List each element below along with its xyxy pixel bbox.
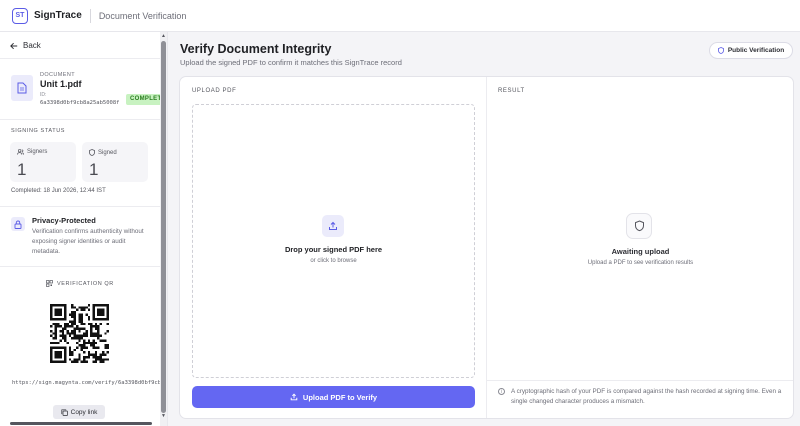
- privacy-description: Verification confirms authenticity witho…: [32, 228, 144, 255]
- scroll-up-arrow-icon[interactable]: ▲: [160, 33, 167, 39]
- copy-icon: [61, 408, 68, 416]
- divider: [0, 58, 160, 59]
- scroll-down-arrow-icon[interactable]: ▼: [160, 413, 167, 419]
- completed-timestamp: Completed: 18 Jun 2026, 12:44 IST: [11, 188, 106, 194]
- privacy-title: Privacy-Protected: [32, 216, 96, 225]
- back-button[interactable]: Back: [10, 41, 41, 50]
- result-subtitle: Upload a PDF to see verification results: [587, 260, 694, 266]
- pdf-dropzone[interactable]: [192, 104, 475, 378]
- dropzone-subtitle: or click to browse: [310, 258, 357, 264]
- public-verification-button[interactable]: Public Verification: [709, 42, 793, 59]
- signers-value: 1: [17, 160, 27, 179]
- sidebar-scrollbar-thumb[interactable]: [161, 41, 166, 413]
- shield-icon: [626, 213, 652, 239]
- topbar-divider: [89, 8, 91, 23]
- breadcrumb: Document Verification: [98, 10, 187, 21]
- signers-stat: Signers 1: [10, 142, 76, 182]
- divider: [0, 119, 160, 120]
- signed-value: 1: [89, 160, 99, 179]
- document-kicker: DOCUMENT: [40, 72, 75, 78]
- divider: [0, 206, 160, 207]
- sidebar-horizontal-scrollbar[interactable]: [10, 422, 152, 425]
- hash-info-text: A cryptographic hash of your PDF is comp…: [511, 388, 782, 405]
- info-icon: i: [498, 388, 505, 395]
- signed-stat: Signed 1: [82, 142, 148, 182]
- copy-link-label: Copy link: [70, 408, 98, 416]
- document-icon: [11, 75, 33, 101]
- dropzone-title: Drop your signed PDF here: [284, 245, 383, 254]
- top-bar: ST SignTrace Document Verification: [0, 0, 800, 32]
- signers-label: Signers: [27, 149, 48, 155]
- result-heading: RESULT: [498, 88, 525, 94]
- verification-qr-code: [50, 304, 109, 363]
- verification-qr-label: VERIFICATION QR: [57, 280, 114, 287]
- upload-icon: [290, 393, 298, 401]
- lock-icon: [11, 217, 25, 231]
- upload-pdf-label: Upload PDF to Verify: [302, 392, 378, 402]
- document-id-label: ID:: [40, 92, 47, 98]
- signed-label: Signed: [98, 149, 117, 156]
- document-id: 6a3398d0bf9cb8a25ab5008f: [40, 100, 120, 106]
- result-title: Awaiting upload: [611, 247, 670, 256]
- back-label: Back: [23, 41, 41, 50]
- copy-link-button[interactable]: Copy link: [53, 405, 105, 419]
- signtrace-logo-icon[interactable]: ST: [12, 7, 28, 24]
- users-icon: [17, 149, 24, 155]
- verification-url: https://sign.magynta.com/verify/6a3398d0…: [12, 380, 167, 386]
- verification-qr-heading: VERIFICATION QR: [46, 280, 114, 287]
- divider: [0, 266, 160, 267]
- result-divider: [487, 380, 793, 381]
- upload-pdf-button[interactable]: Upload PDF to Verify: [192, 386, 475, 408]
- page-subtitle: Upload the signed PDF to confirm it matc…: [180, 58, 402, 67]
- document-name: Unit 1.pdf: [40, 79, 82, 89]
- brand-name: SignTrace: [34, 10, 82, 21]
- upload-pdf-heading: UPLOAD PDF: [192, 88, 237, 94]
- arrow-left-icon: [10, 42, 18, 49]
- qr-code-icon: [46, 280, 53, 287]
- upload-icon: [322, 215, 344, 237]
- signing-status-heading: SIGNING STATUS: [11, 128, 66, 134]
- page-title: Verify Document Integrity: [180, 42, 332, 56]
- shield-check-icon: [89, 149, 95, 156]
- shield-icon: [717, 47, 724, 54]
- public-verification-label: Public Verification: [727, 47, 785, 54]
- sidebar: Back DOCUMENT Unit 1.pdf ID: 6a3398d0bf9…: [0, 32, 168, 426]
